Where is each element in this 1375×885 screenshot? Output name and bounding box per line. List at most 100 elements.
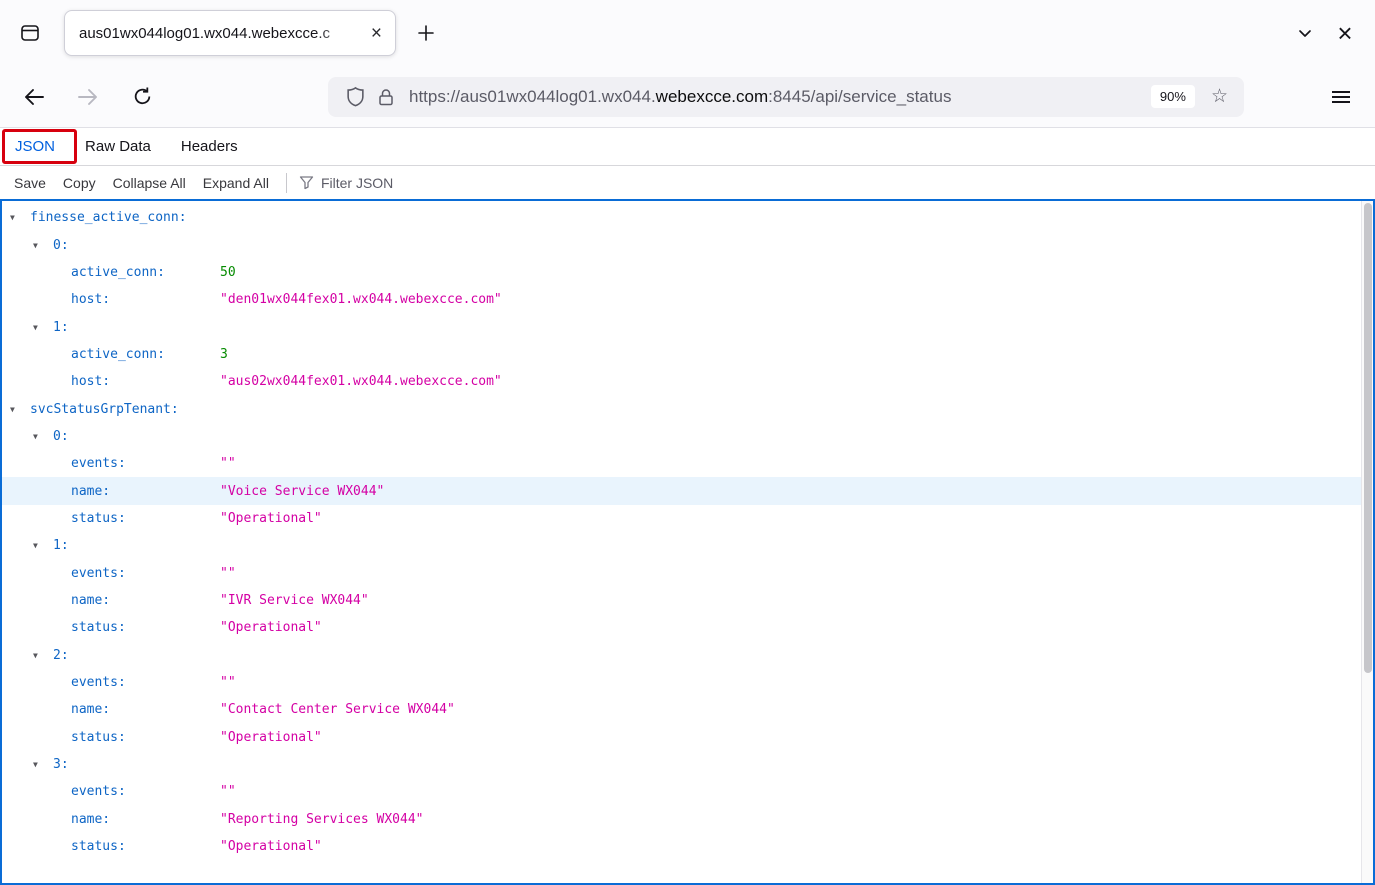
window-close-button[interactable]: × [1325, 13, 1365, 53]
arrow-left-icon [25, 88, 44, 105]
tree-row[interactable]: active_conn: 3 [2, 341, 1373, 368]
back-button[interactable] [14, 77, 54, 117]
tree-row[interactable]: host: "aus02wx044fex01.wx044.webexcce.com… [2, 368, 1373, 395]
tree-row[interactable]: name: "Reporting Services WX044" [2, 806, 1373, 833]
collapse-arrow-icon[interactable]: ▼ [33, 760, 53, 769]
expand-all-button[interactable]: Expand All [203, 175, 269, 191]
tab-headers[interactable]: Headers [166, 128, 253, 165]
tab-raw-data[interactable]: Raw Data [70, 128, 166, 165]
property-key: status: [71, 510, 126, 526]
collapse-arrow-icon[interactable]: ▼ [10, 213, 30, 222]
tab-close-button[interactable]: × [366, 22, 387, 45]
filter-json-input[interactable] [320, 174, 541, 191]
list-all-tabs-button[interactable] [1285, 13, 1325, 53]
json-tree-panel: ▼ finesse_active_conn: ▼ 0: active_conn: 50 ho… [0, 199, 1375, 885]
property-key: 0: [53, 237, 69, 253]
collapse-arrow-icon[interactable]: ▼ [33, 241, 53, 250]
scrollbar[interactable] [1361, 201, 1373, 883]
zoom-indicator[interactable]: 90% [1150, 85, 1195, 108]
collapse-all-button[interactable]: Collapse All [113, 175, 186, 191]
property-value: "IVR Service WX044" [220, 592, 369, 608]
tree-key-cell: ▼ finesse_active_conn: [2, 210, 220, 225]
property-value: "" [220, 675, 236, 691]
copy-button[interactable]: Copy [63, 175, 96, 191]
shield-icon [347, 86, 364, 107]
tree-key-cell: ▼ 0: [2, 429, 220, 444]
property-value: "Contact Center Service WX044" [220, 702, 455, 718]
tree-row[interactable]: events: "" [2, 669, 1373, 696]
tree-row[interactable]: ▼ 0: [2, 423, 1373, 450]
save-button[interactable]: Save [14, 175, 46, 191]
close-icon: × [1337, 18, 1353, 48]
tree-row[interactable]: status: "Operational" [2, 614, 1373, 641]
tree-key-cell: events: [2, 675, 220, 690]
new-tab-button[interactable] [406, 13, 446, 53]
tree-row[interactable]: ▼ 1: [2, 313, 1373, 340]
tree-key-cell: name: [2, 812, 220, 827]
reload-button[interactable] [122, 77, 162, 117]
hamburger-icon [1332, 95, 1350, 98]
close-icon: × [370, 22, 382, 44]
forward-button[interactable] [68, 77, 108, 117]
tree-row[interactable]: ▼ 2: [2, 642, 1373, 669]
property-key: name: [71, 483, 111, 499]
tree-key-cell: status: [2, 511, 220, 526]
tree-row[interactable]: ▼ svcStatusGrpTenant: [2, 395, 1373, 422]
property-key: host: [71, 292, 111, 308]
site-security-button[interactable] [371, 87, 401, 107]
tree-row[interactable]: status: "Operational" [2, 833, 1373, 860]
tree-row[interactable]: ▼ 1: [2, 532, 1373, 559]
tree-key-cell: name: [2, 702, 220, 717]
property-key: status: [71, 839, 126, 855]
property-key: events: [71, 784, 126, 800]
tree-row[interactable]: name: "IVR Service WX044" [2, 587, 1373, 614]
collapse-arrow-icon[interactable]: ▼ [33, 541, 53, 550]
tree-key-cell: name: [2, 484, 220, 499]
property-key: name: [71, 702, 111, 718]
property-value: "Operational" [220, 729, 322, 745]
tree-row[interactable]: name: "Voice Service WX044" [2, 477, 1373, 505]
firefox-view-button[interactable] [10, 13, 50, 53]
property-key: 1: [53, 319, 69, 335]
browser-tab[interactable]: aus01wx044log01.wx044.webexcce.c × [64, 10, 396, 56]
bookmark-star-button[interactable]: ☆ [1205, 85, 1234, 108]
url-text: https://aus01wx044log01.wx044.webexcce.c… [409, 87, 1151, 107]
tree-key-cell: ▼ 1: [2, 538, 220, 553]
collapse-arrow-icon[interactable]: ▼ [33, 432, 53, 441]
tree-key-cell: ▼ svcStatusGrpTenant: [2, 402, 220, 417]
property-value: 50 [220, 264, 236, 280]
url-prefix: https://aus01wx044log01.wx044. [409, 86, 656, 106]
property-key: svcStatusGrpTenant: [30, 401, 179, 417]
url-bar[interactable]: https://aus01wx044log01.wx044.webexcce.c… [328, 76, 1244, 117]
tree-row[interactable]: events: "" [2, 559, 1373, 586]
tree-key-cell: status: [2, 839, 220, 854]
json-viewer-tabs: JSON Raw Data Headers [0, 128, 1375, 166]
menu-button[interactable] [1321, 77, 1361, 117]
tree-row[interactable]: ▼ 3: [2, 751, 1373, 778]
property-value: "Operational" [220, 510, 322, 526]
tree-row[interactable]: status: "Operational" [2, 505, 1373, 532]
tree-row[interactable]: ▼ 0: [2, 231, 1373, 258]
tree-row[interactable]: name: "Contact Center Service WX044" [2, 696, 1373, 723]
tracking-protection-button[interactable] [340, 86, 371, 107]
tree-key-cell: ▼ 1: [2, 320, 220, 335]
tree-row[interactable]: host: "den01wx044fex01.wx044.webexcce.com… [2, 286, 1373, 313]
collapse-arrow-icon[interactable]: ▼ [33, 323, 53, 332]
property-key: status: [71, 620, 126, 636]
tree-row[interactable]: ▼ finesse_active_conn: [2, 204, 1373, 231]
tab-json[interactable]: JSON [0, 128, 70, 165]
tree-key-cell: ▼ 3: [2, 757, 220, 772]
tree-row[interactable]: status: "Operational" [2, 724, 1373, 751]
property-value: "den01wx044fex01.wx044.webexcce.com" [220, 292, 502, 308]
property-key: name: [71, 592, 111, 608]
tree-key-cell: events: [2, 456, 220, 471]
tree-row[interactable]: active_conn: 50 [2, 259, 1373, 286]
tree-row[interactable]: events: "" [2, 778, 1373, 805]
property-value: "" [220, 456, 236, 472]
collapse-arrow-icon[interactable]: ▼ [33, 651, 53, 660]
tree-row[interactable]: events: "" [2, 450, 1373, 477]
collapse-arrow-icon[interactable]: ▼ [10, 405, 30, 414]
filter-json-box [299, 174, 541, 191]
filter-icon [299, 176, 314, 190]
scrollbar-thumb[interactable] [1364, 203, 1372, 673]
